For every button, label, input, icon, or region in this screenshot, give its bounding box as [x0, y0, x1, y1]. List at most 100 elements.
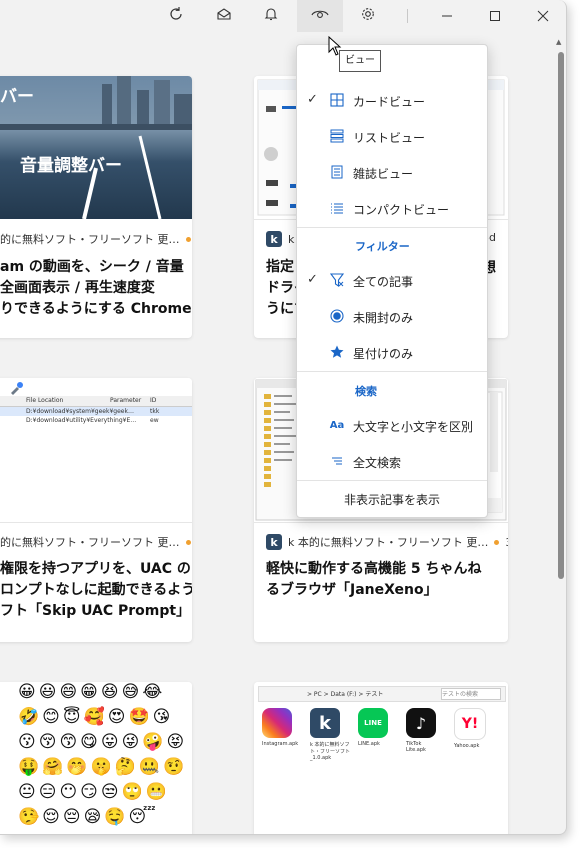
feed-name: k 本的に無料ソフト・フリーソフト 更… [288, 536, 489, 549]
title-bar [0, 0, 566, 32]
maximize-icon [489, 7, 501, 26]
unread-dot-icon [185, 236, 191, 242]
menu-item-label: 星付けのみ [353, 347, 414, 361]
menu-item-full-text-search[interactable]: 全文検索 [297, 446, 487, 476]
menu-item-list-view[interactable]: リストビュー [297, 121, 487, 151]
search-section-header: 検索 [355, 385, 377, 398]
gear-icon [360, 6, 376, 26]
menu-item-all-articles[interactable]: ✓ 全ての記事 [297, 265, 487, 295]
emoji-grid: 😀😃😄😁😆😅😂🤣😊😇🥰😍🤩😘😗😚😙😋😛😜🤪😝🤑🤗🤭🤫🤔🤐🤨😐😑😶😏😒🙄😬🤥😌😔😪… [18, 682, 188, 827]
tiktok-icon: ♪ [406, 708, 436, 738]
compact-list-icon [329, 200, 345, 216]
view-button[interactable] [297, 0, 343, 32]
bell-icon [263, 6, 279, 26]
table-header-row: File Location Parameter ID [0, 396, 192, 407]
thumbnail-caption: 音量調整バー [20, 156, 122, 176]
article-age: 33d [505, 536, 508, 549]
check-icon: ✓ [307, 272, 318, 287]
grid-icon [329, 92, 345, 108]
close-icon [537, 7, 549, 26]
title-line: 軽快に動作する高機能 5 ちゃんね [266, 561, 482, 577]
article-meta: k k [266, 231, 294, 247]
article-card[interactable]: 😀😃😄😁😆😅😂🤣😊😇🥰😍🤩😘😗😚😙😋😛😜🤪😝🤑🤗🤭🤫🤔🤐🤨😐😑😶😏😒🙄😬🤥😌😔😪… [0, 682, 192, 834]
file-item: ♪ TikTok Lite.apk [406, 708, 442, 753]
minimize-icon [441, 7, 453, 26]
table-cell: ew [150, 417, 159, 424]
app-file-grid: Instagram.apk k k 本的に無料ソフト・フリーソフト_1.0.ap… [262, 708, 502, 782]
menu-divider [297, 371, 487, 372]
yahoo-icon: Y! [454, 708, 486, 740]
article-meta: k k 本的に無料ソフト・フリーソフト 更… 33d [266, 534, 508, 550]
menu-item-unread-only[interactable]: 未開封のみ [297, 301, 487, 331]
table-cell: D:¥download¥utility¥Everything¥E… [26, 417, 137, 424]
mark-all-read-button[interactable] [201, 0, 247, 32]
file-item: Y! Yahoo.apk [454, 708, 490, 749]
filter-icon [329, 272, 345, 288]
unread-dot-icon [329, 308, 345, 324]
scrollbar-thumb[interactable] [558, 52, 564, 579]
article-card[interactable]: > PC > Data (F:) > テスト テストの検索 Instagram.… [254, 682, 508, 834]
magazine-icon [329, 164, 345, 180]
table-row: D:¥download¥system¥geek¥geek… tkk [0, 407, 192, 416]
menu-item-show-hidden[interactable]: 非表示記事を表示 [297, 483, 487, 513]
menu-item-magazine-view[interactable]: 雑誌ビュー [297, 157, 487, 187]
title-line: フト「Skip UAC Prompt」 [0, 603, 191, 619]
title-line: 権限を持つアプリを、UAC の [0, 561, 191, 577]
unread-dot-icon [494, 539, 500, 545]
menu-item-compact-view[interactable]: コンパクトビュー [297, 193, 487, 223]
menu-divider [297, 227, 487, 228]
column-header: ID [150, 397, 157, 404]
settings-button[interactable] [345, 0, 391, 32]
article-card[interactable]: バー 音量調整バー 的に無料ソフト・フリーソフト 更… 11d am の動画を、… [0, 76, 192, 338]
feed-name: 的に無料ソフト・フリーソフト 更… [0, 233, 180, 246]
menu-item-label: リストビュー [353, 131, 426, 145]
article-card[interactable]: File Location Parameter ID D:¥download¥s… [0, 378, 192, 642]
maximize-button[interactable] [472, 0, 518, 32]
mouse-cursor-icon [328, 35, 342, 60]
list-view-icon [329, 128, 345, 144]
vertical-scrollbar[interactable]: ▲ [555, 32, 565, 832]
menu-item-card-view[interactable]: ✓ カードビュー [297, 85, 487, 115]
table-cell: tkk [150, 408, 160, 415]
file-item: k k 本的に無料ソフト・フリーソフト_1.0.apk [310, 708, 350, 761]
notifications-button[interactable] [248, 0, 294, 32]
article-meta: 的に無料ソフト・フリーソフト 更… 30d [0, 534, 192, 550]
tooltip: ビュー [339, 50, 381, 72]
article-thumbnail: > PC > Data (F:) > テスト テストの検索 Instagram.… [254, 682, 508, 834]
feed-logo-icon: k [266, 231, 282, 247]
article-meta: 的に無料ソフト・フリーソフト 更… 11d [0, 231, 192, 247]
close-button[interactable] [520, 0, 566, 32]
explorer-address-bar: > PC > Data (F:) > テスト テストの検索 [258, 686, 506, 702]
article-title: 権限を持つアプリを、UAC の ロンプトなしに起動できるよう フト「Skip U… [0, 559, 192, 622]
line-icon: LINE [358, 708, 388, 738]
scroll-up-icon[interactable]: ▲ [556, 38, 561, 46]
file-name: TikTok Lite.apk [406, 741, 426, 753]
article-title: am の動画を、シーク / 音量 全画面表示 / 再生速度変 りできるようにする… [0, 257, 192, 320]
feed-logo-icon: k [310, 708, 340, 738]
match-case-icon: Aa [329, 419, 345, 431]
table-cell: D:¥download¥system¥geek¥geek… [26, 408, 134, 415]
article-thumbnail: バー 音量調整バー [0, 76, 192, 219]
menu-item-label: コンパクトビュー [353, 203, 450, 217]
menu-item-starred-only[interactable]: 星付けのみ [297, 337, 487, 367]
breadcrumb: > PC > Data (F:) > テスト [307, 691, 384, 698]
article-thumbnail: 😀😃😄😁😆😅😂🤣😊😇🥰😍🤩😘😗😚😙😋😛😜🤪😝🤑🤗🤭🤫🤔🤐🤨😐😑😶😏😒🙄😬🤥😌😔😪… [0, 682, 192, 834]
menu-item-label: 未開封のみ [353, 311, 414, 325]
title-line: りできるようにする Chrome… [0, 301, 192, 317]
menu-item-label: 全文検索 [353, 456, 402, 470]
menu-item-match-case[interactable]: Aa 大文字と小文字を区別 [297, 410, 487, 440]
check-icon: ✓ [307, 92, 318, 107]
toolbar-separator [407, 9, 408, 23]
menu-item-label: 大文字と小文字を区別 [353, 420, 474, 434]
view-menu: ✓ カードビュー リストビュー 雑誌ビュー コンパクトビュー フィルター ✓ 全… [296, 44, 488, 518]
filter-section-header: フィルター [355, 240, 410, 253]
refresh-icon [168, 6, 184, 26]
title-line: るブラウザ「JaneXeno」 [266, 582, 438, 598]
menu-item-label: 非表示記事を表示 [343, 493, 440, 507]
minimize-button[interactable] [424, 0, 470, 32]
refresh-button[interactable] [153, 0, 199, 32]
menu-divider [297, 480, 487, 481]
column-header: File Location [26, 397, 64, 404]
menu-item-label: カードビュー [353, 95, 426, 109]
envelope-open-icon [216, 6, 232, 26]
